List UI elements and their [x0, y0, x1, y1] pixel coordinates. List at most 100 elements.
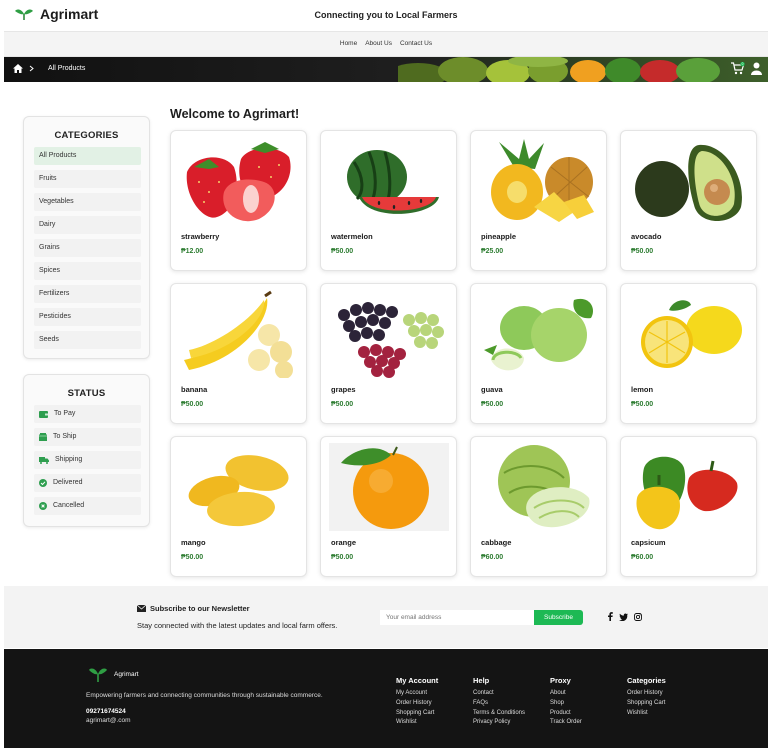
status-label: To Pay — [54, 410, 76, 417]
cabbage-image — [498, 445, 590, 528]
status-label: Delivered — [53, 479, 83, 486]
newsletter-title-row: Subscribe to our Newsletter — [137, 604, 250, 613]
status-to-ship[interactable]: To Ship — [34, 428, 141, 446]
product-price: ₱50.00 — [331, 248, 354, 255]
sprout-logo-icon — [89, 668, 107, 682]
footer-link[interactable]: Order History — [396, 699, 438, 709]
orange-image — [329, 443, 449, 531]
product-name: lemon — [631, 385, 654, 394]
footer-column-help: Help Contact FAQs Terms & Conditions Pri… — [473, 676, 525, 728]
status-label: Cancelled — [53, 502, 85, 509]
footer-link[interactable]: Shop — [550, 699, 582, 709]
watermelon-image — [347, 150, 439, 214]
category-fruits[interactable]: Fruits — [34, 170, 141, 188]
footer-link[interactable]: Wishlist — [627, 709, 666, 719]
strawberry-image — [186, 142, 291, 222]
subscribe-button[interactable]: Subscribe — [534, 610, 583, 625]
newsletter-title: Subscribe to our Newsletter — [150, 604, 250, 613]
twitter-icon[interactable] — [619, 613, 628, 621]
footer-link[interactable]: FAQs — [473, 699, 525, 709]
footer-column-title: My Account — [396, 676, 439, 685]
footer-link[interactable]: Order History — [627, 689, 666, 699]
product-card-watermelon[interactable]: watermelon ₱50.00 — [320, 130, 457, 271]
status-panel: STATUS To Pay To Ship Shipping Delivered… — [23, 374, 150, 527]
guava-image — [484, 298, 594, 371]
product-card-lemon[interactable]: lemon ₱50.00 — [620, 283, 757, 424]
footer-link[interactable]: Product — [550, 709, 582, 719]
footer-link[interactable]: About — [550, 689, 582, 699]
envelope-icon — [137, 605, 146, 612]
product-card-grapes[interactable]: grapes ₱50.00 — [320, 283, 457, 424]
user-icon[interactable] — [751, 62, 762, 75]
main-nav: Home About Us Contact Us — [4, 31, 768, 57]
footer-email[interactable]: agrimart@.com — [86, 717, 131, 724]
footer-link[interactable]: Shopping Cart — [627, 699, 666, 709]
footer-brand[interactable]: Agrimart — [88, 666, 139, 682]
product-name: watermelon — [331, 232, 373, 241]
status-label: To Ship — [53, 433, 77, 440]
nav-contact-us[interactable]: Contact Us — [400, 40, 432, 47]
footer-link[interactable]: Terms & Conditions — [473, 709, 525, 719]
product-name: orange — [331, 538, 357, 547]
banner-produce-image — [398, 57, 720, 82]
product-card-cabbage[interactable]: cabbage ₱60.00 — [470, 436, 607, 577]
category-spices[interactable]: Spices — [34, 262, 141, 280]
cart-icon[interactable]: 0 — [731, 62, 745, 75]
newsletter-email-input[interactable] — [380, 610, 536, 625]
product-card-pineapple[interactable]: pineapple ₱25.00 — [470, 130, 607, 271]
nav-about-us[interactable]: About Us — [365, 40, 392, 47]
footer-column-title: Proxy — [550, 676, 571, 685]
check-circle-icon — [39, 479, 47, 487]
product-name: pineapple — [481, 232, 517, 241]
product-name: mango — [181, 538, 206, 547]
newsletter-section: Subscribe to our Newsletter Stay connect… — [4, 586, 768, 648]
pineapple-image — [491, 139, 594, 222]
facebook-icon[interactable] — [608, 612, 613, 621]
product-name: avocado — [631, 232, 662, 241]
status-to-pay[interactable]: To Pay — [34, 405, 141, 423]
status-shipping[interactable]: Shipping — [34, 451, 141, 469]
footer-column-my-account: My Account My Account Order History Shop… — [396, 676, 438, 728]
product-price: ₱25.00 — [481, 248, 504, 255]
footer-description: Empowering farmers and connecting commun… — [86, 692, 323, 699]
footer-link[interactable]: My Account — [396, 689, 438, 699]
category-all-products[interactable]: All Products — [34, 147, 141, 165]
category-vegetables[interactable]: Vegetables — [34, 193, 141, 211]
product-price: ₱50.00 — [331, 401, 354, 408]
status-cancelled[interactable]: Cancelled — [34, 497, 141, 515]
product-card-guava[interactable]: guava ₱50.00 — [470, 283, 607, 424]
status-title: STATUS — [67, 388, 106, 399]
footer-link[interactable]: Wishlist — [396, 718, 438, 728]
cart-count: 0 — [742, 62, 744, 66]
tagline: Connecting you to Local Farmers — [314, 10, 458, 20]
mango-image — [188, 455, 289, 527]
product-name: strawberry — [181, 232, 220, 241]
hero-banner: All Products 0 — [4, 57, 768, 82]
category-dairy[interactable]: Dairy — [34, 216, 141, 234]
avocado-image — [635, 144, 742, 221]
footer-column-categories: Categories Order History Shopping Cart W… — [627, 676, 666, 718]
footer-link[interactable]: Privacy Policy — [473, 718, 525, 728]
instagram-icon[interactable] — [634, 612, 642, 621]
product-card-capsicum[interactable]: capsicum ₱60.00 — [620, 436, 757, 577]
category-fertilizers[interactable]: Fertilizers — [34, 285, 141, 303]
home-icon[interactable] — [13, 64, 23, 73]
product-price: ₱50.00 — [631, 401, 654, 408]
product-card-mango[interactable]: mango ₱50.00 — [170, 436, 307, 577]
status-delivered[interactable]: Delivered — [34, 474, 141, 492]
product-card-banana[interactable]: banana ₱50.00 — [170, 283, 307, 424]
footer-link[interactable]: Shopping Cart — [396, 709, 438, 719]
product-name: grapes — [331, 385, 356, 394]
product-card-orange[interactable]: orange ₱50.00 — [320, 436, 457, 577]
product-card-avocado[interactable]: avocado ₱50.00 — [620, 130, 757, 271]
category-grains[interactable]: Grains — [34, 239, 141, 257]
product-name: cabbage — [481, 538, 512, 547]
nav-home[interactable]: Home — [340, 40, 357, 47]
footer-link[interactable]: Track Order — [550, 718, 582, 728]
product-card-strawberry[interactable]: strawberry ₱12.00 — [170, 130, 307, 271]
category-seeds[interactable]: Seeds — [34, 331, 141, 349]
status-label: Shipping — [55, 456, 83, 463]
category-pesticides[interactable]: Pesticides — [34, 308, 141, 326]
capsicum-image — [636, 456, 738, 530]
footer-link[interactable]: Contact — [473, 689, 525, 699]
